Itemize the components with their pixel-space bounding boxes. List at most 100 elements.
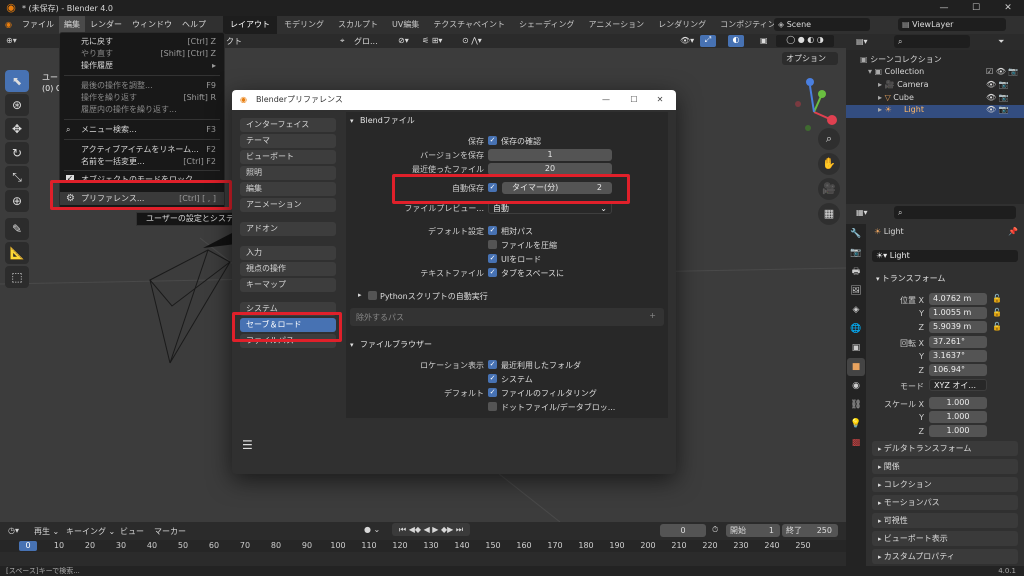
outliner-row-camera[interactable]: ▸ 🎥 Camera 👁 📷: [878, 80, 1018, 89]
transform-tool-icon[interactable]: ⊕: [5, 190, 29, 212]
filter-files-checkbox[interactable]: ✓: [488, 388, 497, 397]
stopwatch-icon[interactable]: ⏱: [712, 525, 718, 535]
exclude-checkbox-icon[interactable]: ☑ 👁 📷: [986, 67, 1018, 76]
system-locations-checkbox[interactable]: ✓: [488, 374, 497, 383]
pref-cat-themes[interactable]: テーマ: [240, 134, 336, 148]
scale-y-field[interactable]: 1.000: [929, 411, 987, 423]
visibility-icon[interactable]: 👁▾: [680, 36, 694, 45]
subpanel-delta-transform[interactable]: ▸ デルタトランスフォーム: [872, 441, 1018, 456]
rotate-tool-icon[interactable]: ↻: [5, 142, 29, 164]
section-blend-file[interactable]: ▾ Blendファイル: [346, 114, 668, 128]
scene-tab-icon[interactable]: ◈: [847, 301, 865, 319]
physics-tab-icon[interactable]: ◉: [847, 377, 865, 395]
collapse-arrow-icon[interactable]: ▸: [358, 291, 362, 299]
outliner-search-input[interactable]: ⌕: [894, 35, 970, 48]
blender-menu-icon[interactable]: ◉: [0, 16, 17, 34]
pref-maximize-button[interactable]: ☐: [620, 90, 648, 110]
collection-tab-icon[interactable]: ▣: [847, 339, 865, 357]
light-data-tab-icon[interactable]: 💡: [847, 415, 865, 433]
world-tab-icon[interactable]: 🌐: [847, 320, 865, 338]
y-axis-handle[interactable]: [818, 90, 826, 98]
render-tab-icon[interactable]: 📷: [847, 244, 865, 262]
relative-paths-checkbox[interactable]: ✓: [488, 226, 497, 235]
shading-mode-icons[interactable]: ◯ ● ◐ ◑: [776, 35, 834, 47]
zoom-icon[interactable]: ⌕: [818, 128, 840, 150]
load-ui-checkbox[interactable]: ✓: [488, 254, 497, 263]
subpanel-visibility[interactable]: ▸ 可視性: [872, 513, 1018, 528]
pref-cat-interface[interactable]: インターフェイス: [240, 118, 336, 132]
measure-tool-icon[interactable]: 📐: [5, 242, 29, 264]
maximize-button[interactable]: ☐: [960, 0, 992, 16]
subpanel-custom-properties[interactable]: ▸ カスタムプロパティ: [872, 549, 1018, 564]
scale-z-field[interactable]: 1.000: [929, 425, 987, 437]
tab-layout[interactable]: レイアウト: [222, 16, 277, 34]
z-axis-handle[interactable]: [806, 78, 814, 86]
output-tab-icon[interactable]: 🖶: [847, 263, 865, 281]
scene-selector[interactable]: ◈ Scene: [774, 18, 870, 31]
timeline-ruler[interactable]: 0 10 20 30 40 50 60 70 80 90 100 110 120 130 140 150 160…: [0, 540, 846, 552]
location-x-field[interactable]: 4.0762 m: [929, 293, 987, 305]
editor-type-icon[interactable]: ⊕▾: [6, 36, 17, 45]
mode-selector[interactable]: クト: [226, 36, 242, 47]
section-file-browser[interactable]: ▾ ファイルブラウザー: [346, 338, 668, 352]
subpanel-motion-paths[interactable]: ▸ モーションパス: [872, 495, 1018, 510]
outliner-row-collection[interactable]: ▾ ▣ Collection ☑ 👁 📷: [868, 67, 1018, 76]
menu-marker[interactable]: マーカー: [154, 526, 186, 537]
menu-keying[interactable]: キーイング ⌄: [66, 526, 115, 537]
scale-tool-icon[interactable]: ⤡: [5, 166, 29, 188]
xray-icon[interactable]: ▣: [760, 36, 768, 45]
start-frame-field[interactable]: 開始 1: [726, 524, 780, 537]
outliner-editor-icon[interactable]: ▤▾: [856, 37, 868, 46]
visibility-icons[interactable]: 👁 📷: [986, 105, 1009, 114]
transform-orientation-select[interactable]: グロ...: [354, 36, 378, 47]
menu-item-batch-rename[interactable]: 名前を一括変更... [Ctrl] F2: [60, 155, 224, 168]
pref-cat-editing[interactable]: 編集: [240, 182, 336, 196]
move-tool-icon[interactable]: ✥: [5, 118, 29, 140]
menu-item-repeat-history[interactable]: 履歴内の操作を繰り返す...: [60, 103, 224, 116]
pref-cat-keymap[interactable]: キーマップ: [240, 278, 336, 292]
excluded-paths-list[interactable]: 除外するパス +: [350, 308, 664, 326]
python-autoexec-checkbox[interactable]: [368, 291, 377, 300]
annotate-tool-icon[interactable]: ✎: [5, 218, 29, 240]
rotation-z-field[interactable]: 106.94°: [929, 364, 987, 376]
pref-cat-input[interactable]: 入力: [240, 246, 336, 260]
pivot-icon[interactable]: ⊘▾: [398, 36, 409, 45]
pan-hand-icon[interactable]: ✋: [818, 153, 840, 175]
object-tab-icon[interactable]: ■: [847, 358, 865, 376]
close-button[interactable]: ✕: [992, 0, 1024, 16]
menu-item-menu-search[interactable]: ⌕ メニュー検索... F3: [60, 123, 224, 136]
pref-cat-viewport[interactable]: ビューポート: [240, 150, 336, 164]
menu-file[interactable]: ファイル: [17, 16, 59, 34]
lock-icon[interactable]: 🔓: [992, 294, 1002, 303]
tab-shading[interactable]: シェーディング: [512, 16, 581, 34]
camera-view-icon[interactable]: 🎥: [818, 178, 840, 200]
location-z-field[interactable]: 5.9039 m: [929, 321, 987, 333]
object-name-field[interactable]: ☀▾ Light: [872, 250, 1018, 262]
add-cube-tool-icon[interactable]: ⬚: [5, 266, 29, 288]
recent-folders-checkbox[interactable]: ✓: [488, 360, 497, 369]
section-transform[interactable]: ▾ トランスフォーム: [876, 273, 945, 284]
snap-icon[interactable]: ⚟ ⊞▾: [422, 36, 442, 45]
select-tool-icon[interactable]: ⬉: [5, 70, 29, 92]
timeline-editor-icon[interactable]: ◷▾: [8, 526, 19, 535]
pref-close-button[interactable]: ✕: [646, 90, 674, 110]
options-dropdown[interactable]: オプション: [782, 52, 838, 65]
end-frame-field[interactable]: 終了 250: [782, 524, 838, 537]
outliner-scene-collection[interactable]: ▣ シーンコレクション: [860, 54, 942, 65]
texture-tab-icon[interactable]: ▩: [847, 434, 865, 452]
rotation-x-field[interactable]: 37.261°: [929, 336, 987, 348]
minimize-button[interactable]: —: [928, 0, 960, 16]
visibility-icons[interactable]: 👁 📷: [986, 80, 1009, 89]
playback-controls[interactable]: ⏮ ◀◆ ◀ ▶ ◆▶ ⏭: [392, 523, 470, 536]
tool-tab-icon[interactable]: 🔧: [847, 225, 865, 243]
tab-sculpt[interactable]: スカルプト: [331, 16, 385, 34]
gizmo-toggle-icon[interactable]: ⤢: [700, 35, 716, 47]
outliner-row-light-selected[interactable]: ▸ ☀ Light 👁 📷: [846, 105, 1024, 118]
camera-object[interactable]: [149, 249, 231, 307]
current-frame-field[interactable]: 0: [660, 524, 706, 537]
lock-icon[interactable]: 🔓: [992, 322, 1002, 331]
pref-cat-lights[interactable]: 照明: [240, 166, 336, 180]
overlay-toggle-icon[interactable]: ◐: [728, 35, 744, 47]
location-y-field[interactable]: 1.0055 m: [929, 307, 987, 319]
subpanel-collections[interactable]: ▸ コレクション: [872, 477, 1018, 492]
